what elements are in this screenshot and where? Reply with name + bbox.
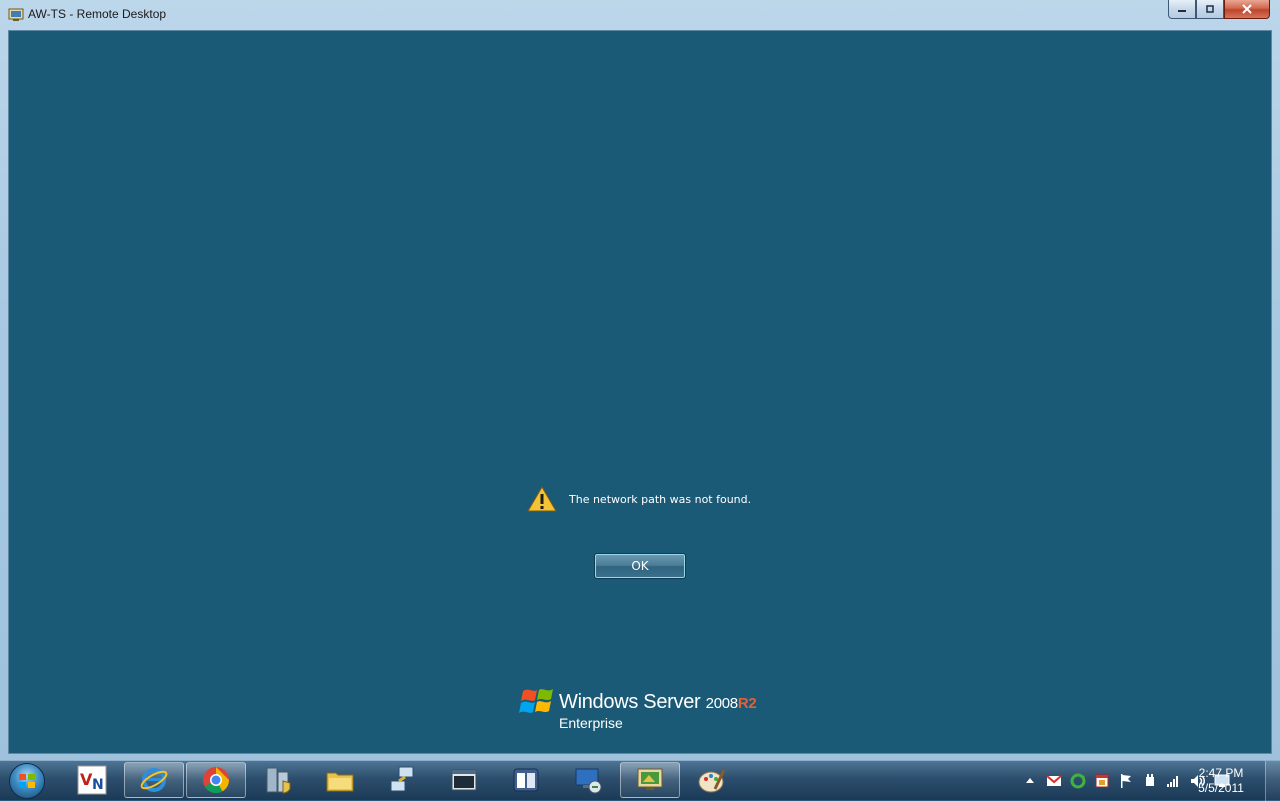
start-button[interactable] [4, 762, 50, 800]
remote-session-screen: The network path was not found. OK Windo… [8, 30, 1272, 754]
server-manager-icon [266, 767, 291, 794]
brand-product-name: Windows Server 2008R2 [559, 691, 757, 714]
taskbar-item-windows-explorer[interactable] [310, 762, 370, 798]
brand-product: Windows Server [559, 691, 701, 713]
error-message: The network path was not found. [527, 485, 751, 513]
window-title: AW-TS - Remote Desktop [28, 7, 167, 21]
taskbar-item-chrome[interactable] [186, 762, 246, 798]
taskbar-items: V N [62, 762, 744, 800]
console-window-icon [451, 769, 477, 791]
network-connections-icon [390, 766, 414, 792]
windows-logo-icon [19, 774, 35, 788]
internet-explorer-icon [140, 768, 168, 792]
vnc-icon: V N [77, 765, 107, 795]
signal-icon[interactable] [1165, 772, 1183, 790]
chrome-icon [203, 767, 230, 794]
taskbar-item-vnc[interactable]: V N [62, 762, 122, 798]
restore-icon [1206, 5, 1214, 13]
minimize-icon [1178, 10, 1186, 12]
system-clock[interactable]: 2:47 PM 5/5/2011 [1188, 766, 1254, 796]
power-icon[interactable] [1141, 772, 1159, 790]
sync-icon[interactable] [1069, 772, 1087, 790]
remote-desktop-connection-icon [575, 768, 602, 794]
windows-server-branding: Windows Server 2008R2 Enterprise [519, 685, 779, 735]
close-button[interactable] [1224, 0, 1270, 19]
minimize-button[interactable] [1168, 0, 1196, 19]
ok-button[interactable]: OK [594, 553, 686, 579]
error-message-text: The network path was not found. [569, 492, 752, 506]
brand-edition: Enterprise [559, 715, 623, 731]
taskbar-item-document-viewer[interactable] [496, 762, 556, 798]
windows-start-orb [9, 763, 45, 799]
gmail-notifier-icon[interactable] [1045, 772, 1063, 790]
svg-text:N: N [92, 777, 104, 793]
show-desktop-button[interactable] [1265, 761, 1280, 801]
brand-release: R2 [737, 695, 757, 712]
title-bar[interactable]: AW-TS - Remote Desktop [0, 0, 1280, 30]
brand-version: 2008 [705, 695, 738, 712]
paint-icon [698, 769, 726, 793]
taskbar-item-server-manager[interactable] [248, 762, 308, 798]
calendar-icon[interactable] [1093, 772, 1111, 790]
taskbar-item-remote-desktop-session[interactable] [620, 762, 680, 798]
action-center-flag-icon[interactable] [1117, 772, 1135, 790]
windows-explorer-icon [326, 772, 354, 792]
clock-date: 5/5/2011 [1198, 781, 1244, 795]
taskbar: V N 2:47 PM 5/5/2011 [0, 760, 1280, 801]
remote-desktop-window: AW-TS - Remote Desktop The network path … [0, 0, 1280, 762]
remote-desktop-session-icon [637, 768, 663, 790]
warning-icon [527, 486, 557, 512]
show-hidden-icons-arrow[interactable] [1021, 772, 1039, 790]
taskbar-item-remote-desktop-connection[interactable] [558, 762, 618, 798]
taskbar-item-paint[interactable] [682, 762, 742, 798]
taskbar-item-console[interactable] [434, 762, 494, 798]
document-viewer-icon [513, 768, 539, 792]
close-icon [1242, 4, 1252, 14]
clock-time: 2:47 PM [1198, 766, 1244, 780]
remote-desktop-icon [8, 8, 24, 21]
caption-buttons [1168, 0, 1270, 20]
taskbar-item-network-connections[interactable] [372, 762, 432, 798]
restore-button[interactable] [1196, 0, 1224, 19]
windows-flag-logo [519, 689, 553, 713]
taskbar-item-internet-explorer[interactable] [124, 762, 184, 798]
